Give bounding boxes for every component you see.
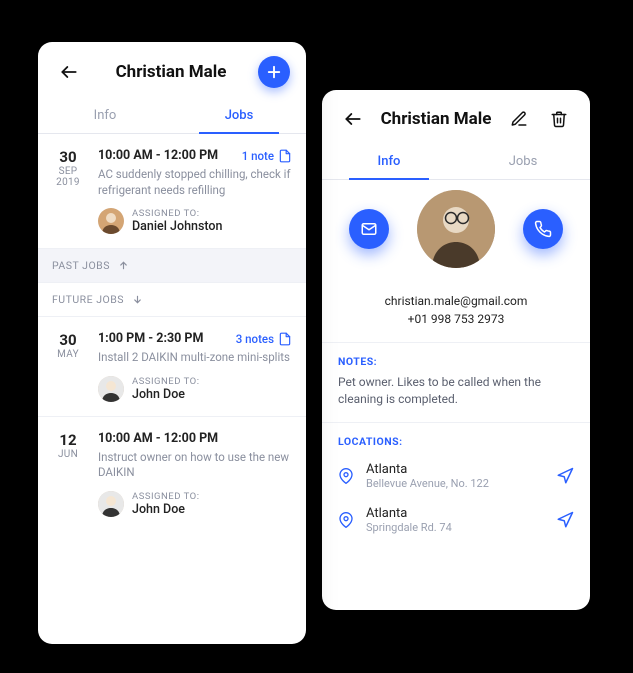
assignee-name: Daniel Johnston (132, 219, 222, 234)
avatar (98, 491, 124, 517)
add-button[interactable] (258, 56, 290, 88)
tabs: Info Jobs (322, 144, 590, 180)
job-notes-count: 1 note (242, 149, 274, 163)
assigned-label: ASSIGNED TO: (132, 491, 200, 502)
job-description: Install 2 DAIKIN multi-zone mini-splits (98, 350, 292, 366)
page-title: Christian Male (381, 109, 492, 129)
customer-jobs-card: Christian Male Info Jobs 30 SEP 2019 10:… (38, 42, 306, 644)
notes-body: Pet owner. Likes to be called when the c… (338, 374, 574, 408)
job-day: 30 (46, 148, 90, 166)
arrow-up-icon (118, 260, 129, 271)
note-icon (278, 332, 292, 346)
job-assignee: ASSIGNED TO: John Doe (98, 491, 292, 517)
avatar (98, 208, 124, 234)
phone-text: +01 998 753 2973 (385, 310, 528, 328)
avatar (98, 376, 124, 402)
location-city: Atlanta (366, 462, 544, 477)
tab-info[interactable]: Info (322, 144, 456, 179)
navigate-icon[interactable] (556, 511, 574, 529)
job-month: SEP (46, 166, 90, 177)
past-jobs-divider[interactable]: PAST JOBS (38, 249, 306, 283)
locations-heading: LOCATIONS: (338, 435, 574, 448)
back-button[interactable] (54, 57, 84, 87)
job-assignee: ASSIGNED TO: John Doe (98, 376, 292, 402)
email-text: christian.male@gmail.com (385, 292, 528, 310)
job-notes-link[interactable]: 3 notes (236, 332, 292, 346)
locations-section: LOCATIONS: Atlanta Bellevue Avenue, No. … (322, 423, 590, 556)
location-city: Atlanta (366, 506, 544, 521)
job-item[interactable]: 30 MAY 1:00 PM - 2:30 PM 3 notes Install… (38, 317, 306, 417)
future-jobs-divider[interactable]: FUTURE JOBS (38, 283, 306, 317)
location-address: Bellevue Avenue, No. 122 (366, 477, 544, 490)
job-notes-count: 3 notes (236, 332, 274, 346)
customer-info-card: Christian Male Info Jobs christi (322, 90, 590, 610)
navigate-icon[interactable] (556, 467, 574, 485)
page-title: Christian Male (116, 62, 227, 82)
job-time: 10:00 AM - 12:00 PM (98, 148, 218, 163)
job-time: 1:00 PM - 2:30 PM (98, 331, 203, 346)
location-address: Springdale Rd. 74 (366, 521, 544, 534)
delete-button[interactable] (544, 104, 574, 134)
job-month: JUN (46, 449, 90, 460)
back-button[interactable] (338, 104, 368, 134)
contact-actions: christian.male@gmail.com +01 998 753 297… (322, 180, 590, 343)
past-jobs-label: PAST JOBS (52, 259, 110, 272)
job-notes-link[interactable]: 1 note (242, 149, 292, 163)
contact-details: christian.male@gmail.com +01 998 753 297… (385, 292, 528, 328)
future-jobs-label: FUTURE JOBS (52, 293, 124, 306)
assigned-label: ASSIGNED TO: (132, 376, 200, 387)
header: Christian Male (322, 90, 590, 144)
job-year: 2019 (46, 177, 90, 188)
tab-jobs[interactable]: Jobs (456, 144, 590, 179)
location-item[interactable]: Atlanta Bellevue Avenue, No. 122 (338, 454, 574, 498)
header: Christian Male (38, 42, 306, 98)
edit-button[interactable] (504, 104, 534, 134)
arrow-down-icon (132, 294, 143, 305)
pin-icon (338, 512, 354, 528)
notes-heading: NOTES: (338, 355, 574, 368)
assigned-label: ASSIGNED TO: (132, 208, 222, 219)
job-description: AC suddenly stopped chilling, check if r… (98, 167, 292, 198)
job-assignee: ASSIGNED TO: Daniel Johnston (98, 208, 292, 234)
job-date: 30 SEP 2019 (46, 148, 90, 234)
job-time: 10:00 AM - 12:00 PM (98, 431, 218, 446)
job-day: 30 (46, 331, 90, 349)
assignee-name: John Doe (132, 502, 200, 517)
tabs: Info Jobs (38, 98, 306, 134)
job-date: 30 MAY (46, 331, 90, 402)
job-item[interactable]: 30 SEP 2019 10:00 AM - 12:00 PM 1 note A… (38, 134, 306, 249)
pin-icon (338, 468, 354, 484)
job-day: 12 (46, 431, 90, 449)
tab-info[interactable]: Info (38, 98, 172, 133)
assignee-name: John Doe (132, 387, 200, 402)
job-item[interactable]: 12 JUN 10:00 AM - 12:00 PM Instruct owne… (38, 417, 306, 531)
job-date: 12 JUN (46, 431, 90, 517)
call-button[interactable] (523, 209, 563, 249)
job-description: Instruct owner on how to use the new DAI… (98, 450, 292, 481)
job-month: MAY (46, 349, 90, 360)
note-icon (278, 149, 292, 163)
tab-jobs[interactable]: Jobs (172, 98, 306, 133)
email-button[interactable] (349, 209, 389, 249)
avatar (417, 190, 495, 268)
notes-section: NOTES: Pet owner. Likes to be called whe… (322, 343, 590, 423)
location-item[interactable]: Atlanta Springdale Rd. 74 (338, 498, 574, 542)
